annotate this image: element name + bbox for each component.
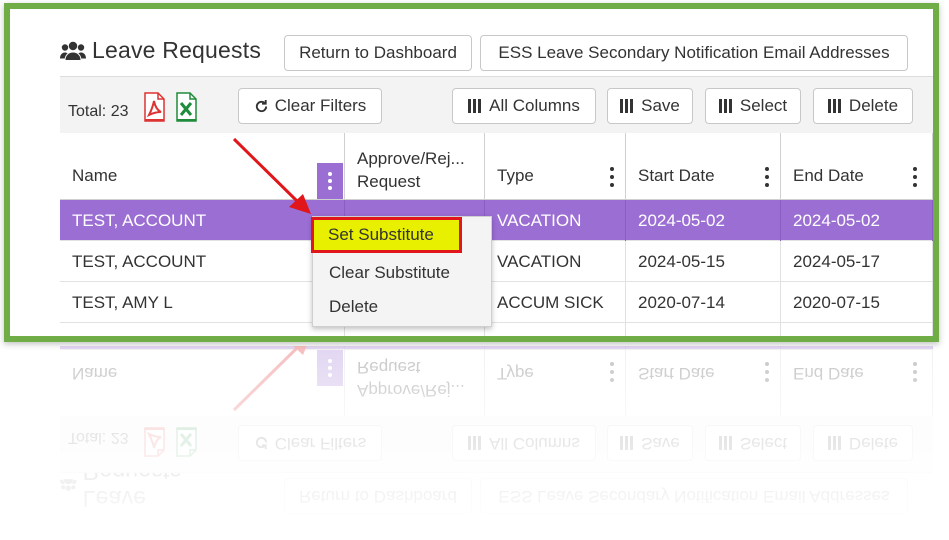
reflection-fade [4, 346, 939, 540]
panel-reflection: Leave Requests Return to Dashboard ESS L… [4, 346, 939, 540]
leave-requests-panel: Leave Requests Return to Dashboard ESS L… [4, 3, 939, 342]
panel-content: Leave Requests Return to Dashboard ESS L… [10, 9, 933, 336]
red-arrow-annotation [232, 137, 311, 214]
